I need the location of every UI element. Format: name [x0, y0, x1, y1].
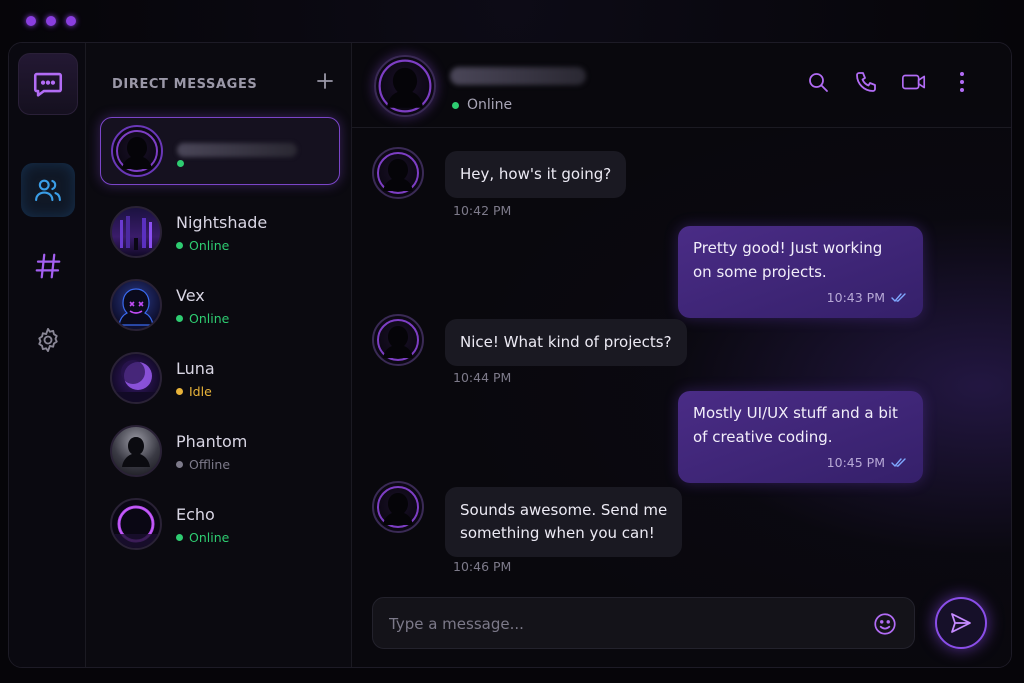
status-dot — [452, 101, 459, 109]
status-dot — [176, 388, 183, 395]
contact-status: Online — [452, 97, 512, 113]
message-timestamp: 10:43 PM — [826, 290, 885, 305]
dm-status: Online — [176, 238, 229, 253]
search-icon — [809, 73, 828, 92]
dm-name: Vex — [176, 286, 205, 305]
gear-icon — [38, 327, 58, 353]
message-timestamp: 10:46 PM — [453, 559, 512, 574]
nav-users-button[interactable] — [21, 163, 75, 217]
dm-name: Phantom — [176, 432, 248, 451]
message-bubble-outgoing[interactable]: Mostly UI/UX stuff and a bit of creative… — [678, 391, 923, 483]
message-avatar — [372, 314, 424, 366]
status-dot — [177, 160, 184, 167]
contact-avatar[interactable] — [374, 55, 436, 117]
blurred-contact-name — [177, 143, 297, 157]
app-page: DIRECT MESSAGES Nightshade Online Vex On… — [0, 0, 1024, 683]
dm-name: Echo — [176, 505, 215, 524]
dm-section-title: DIRECT MESSAGES — [112, 77, 258, 92]
dm-item-active[interactable] — [100, 117, 340, 185]
nav-settings-button[interactable] — [21, 313, 75, 367]
dm-item-phantom[interactable]: Phantom Offline — [100, 418, 340, 486]
message-composer — [372, 597, 915, 649]
message-text: Pretty good! Just working — [693, 239, 883, 257]
hash-icon — [35, 253, 61, 279]
double-check-icon — [891, 293, 906, 303]
users-icon — [35, 179, 61, 202]
message-text: something when you can! — [460, 524, 655, 542]
avatar — [110, 279, 162, 331]
app-window: DIRECT MESSAGES Nightshade Online Vex On… — [8, 42, 1012, 668]
dm-status — [177, 160, 190, 167]
emoji-icon — [874, 613, 896, 635]
dm-item-nightshade[interactable]: Nightshade Online — [100, 199, 340, 267]
message-avatar — [372, 481, 424, 533]
chat-bubble-icon — [33, 72, 63, 97]
call-button[interactable] — [853, 69, 879, 95]
plus-icon — [317, 73, 333, 89]
message-bubble-incoming[interactable]: Sounds awesome. Send me something when y… — [445, 487, 683, 557]
avatar — [110, 498, 162, 550]
message-bubble-incoming[interactable]: Hey, how's it going? — [445, 151, 627, 198]
message-text: Nice! What kind of projects? — [460, 333, 672, 351]
chat-panel: Online Hey, how's it going? 10:42 PM Pre… — [352, 43, 1011, 667]
emoji-button[interactable] — [872, 611, 898, 637]
video-call-button[interactable] — [901, 69, 927, 95]
window-controls[interactable] — [26, 16, 76, 26]
double-check-icon — [891, 458, 906, 468]
message-meta: 10:45 PM — [693, 451, 907, 475]
status-dot — [176, 242, 183, 249]
more-options-button[interactable] — [949, 69, 975, 95]
message-bubble-outgoing[interactable]: Pretty good! Just working on some projec… — [678, 226, 923, 318]
app-logo-button[interactable] — [18, 53, 78, 115]
dm-item-vex[interactable]: Vex Online — [100, 272, 340, 340]
dm-item-echo[interactable]: Echo Online — [100, 491, 340, 559]
dm-status: Online — [176, 530, 229, 545]
dm-name: Nightshade — [176, 213, 268, 232]
avatar — [111, 125, 163, 177]
message-text: Sounds awesome. Send me — [460, 501, 668, 519]
blurred-contact-name — [450, 67, 586, 85]
message-timestamp: 10:42 PM — [453, 203, 512, 218]
send-icon — [951, 613, 971, 633]
message-text: Mostly UI/UX stuff and a bit — [693, 404, 898, 422]
chat-actions — [805, 69, 975, 95]
status-dot — [176, 315, 183, 322]
status-dot — [176, 461, 183, 468]
more-vertical-icon — [960, 72, 964, 92]
message-bubble-incoming[interactable]: Nice! What kind of projects? — [445, 319, 687, 366]
avatar — [110, 352, 162, 404]
dm-status: Offline — [176, 457, 230, 472]
dm-name: Luna — [176, 359, 215, 378]
dm-item-luna[interactable]: Luna Idle — [100, 345, 340, 413]
message-timestamp: 10:44 PM — [453, 370, 512, 385]
new-message-button[interactable] — [316, 70, 334, 94]
message-input[interactable] — [389, 612, 849, 636]
message-text: on some projects. — [693, 263, 827, 281]
nav-channels-button[interactable] — [21, 239, 75, 293]
dm-status: Online — [176, 311, 229, 326]
avatar — [110, 206, 162, 258]
avatar — [110, 425, 162, 477]
video-icon — [902, 74, 926, 90]
nav-rail — [9, 43, 86, 667]
search-button[interactable] — [805, 69, 831, 95]
message-meta: 10:43 PM — [693, 286, 907, 310]
message-avatar — [372, 147, 424, 199]
chat-header: Online — [352, 43, 1011, 128]
status-dot — [176, 534, 183, 541]
message-text: Hey, how's it going? — [460, 165, 612, 183]
direct-messages-panel: DIRECT MESSAGES Nightshade Online Vex On… — [86, 43, 352, 667]
message-timestamp: 10:45 PM — [826, 455, 885, 470]
send-button[interactable] — [935, 597, 987, 649]
message-text: of creative coding. — [693, 428, 833, 446]
phone-icon — [856, 72, 876, 92]
dm-status: Idle — [176, 384, 212, 399]
